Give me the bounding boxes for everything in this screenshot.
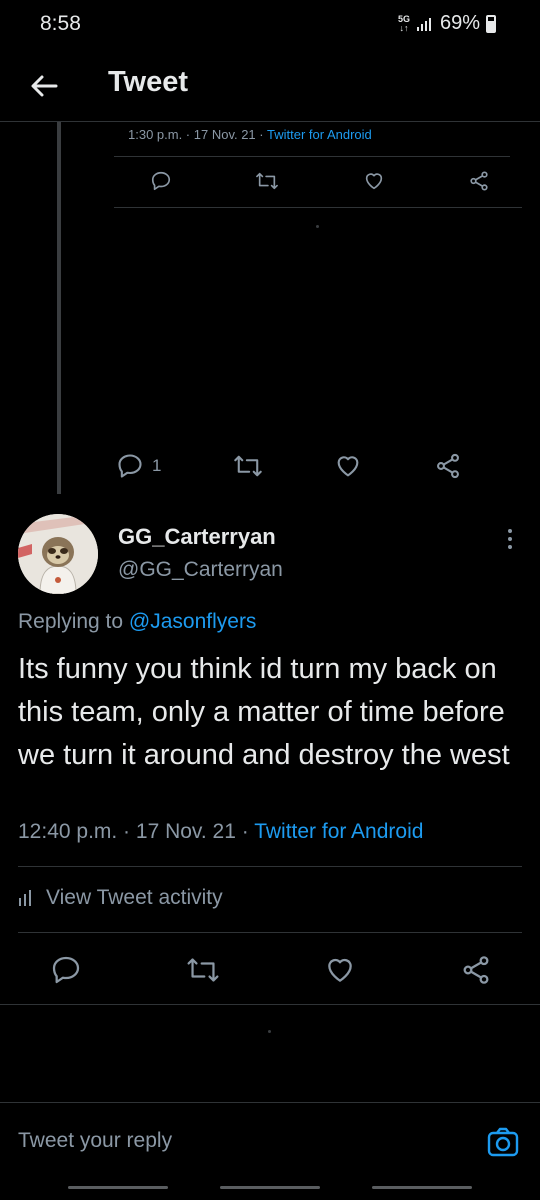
replying-to-line: Replying to @Jasonflyers (18, 610, 256, 634)
quoted-tweet-meta: 1:30 p.m. · 17 Nov. 21 · Twitter for And… (128, 127, 372, 142)
retweet-button[interactable] (186, 954, 220, 986)
retweet-icon (234, 455, 262, 477)
quoted-reply-button[interactable] (150, 170, 172, 192)
quoted-tweet-time: 1:30 p.m. · 17 Nov. 21 · (128, 127, 267, 142)
nav-hint-left (68, 1186, 168, 1189)
nav-hint-right (372, 1186, 472, 1189)
divider (0, 1004, 540, 1005)
reply-composer: Tweet your reply (0, 1102, 540, 1180)
replying-to-label: Replying to (18, 610, 129, 633)
loading-dot (268, 1030, 271, 1033)
loading-dot (316, 225, 319, 228)
share-icon (470, 171, 488, 191)
reply-icon (151, 171, 171, 191)
parent-tweet-actions: 1 (116, 452, 462, 480)
divider (18, 866, 522, 867)
back-arrow-icon (31, 75, 58, 97)
share-button[interactable] (460, 954, 492, 986)
parent-retweet-button[interactable] (233, 452, 263, 480)
camera-button[interactable] (486, 1125, 520, 1159)
status-indicators: 5G ↓↑ 69% (398, 12, 496, 35)
view-tweet-activity-label: View Tweet activity (46, 886, 223, 909)
camera-icon (487, 1127, 519, 1157)
author-display-name[interactable]: GG_Carterryan (118, 524, 276, 550)
author-handle[interactable]: @GG_Carterryan (118, 558, 283, 582)
reply-input[interactable]: Tweet your reply (18, 1129, 172, 1153)
parent-share-button[interactable] (434, 452, 462, 480)
quoted-share-button[interactable] (468, 170, 490, 192)
avatar[interactable] (18, 514, 98, 594)
tweet-timestamp: 12:40 p.m. · 17 Nov. 21 · (18, 820, 255, 843)
tweet-meta: 12:40 p.m. · 17 Nov. 21 · Twitter for An… (18, 820, 423, 844)
reply-count: 1 (152, 456, 162, 475)
divider (114, 156, 510, 157)
sloth-astronaut-avatar-image (18, 514, 98, 594)
reply-icon (52, 956, 80, 984)
parent-reply-button[interactable]: 1 (116, 452, 161, 480)
divider (114, 207, 522, 208)
like-icon (338, 456, 359, 477)
more-dot (508, 537, 512, 541)
quoted-tweet-actions (150, 170, 490, 192)
reply-button[interactable] (50, 954, 82, 986)
tweet-actions (50, 954, 492, 986)
divider (18, 932, 522, 933)
more-dot (508, 529, 512, 533)
like-icon (365, 173, 382, 190)
back-button[interactable] (22, 64, 66, 108)
more-dot (508, 545, 512, 549)
parent-like-button[interactable] (334, 452, 362, 480)
status-time: 8:58 (40, 12, 81, 35)
page-title: Tweet (108, 66, 189, 98)
quoted-retweet-button[interactable] (255, 170, 279, 192)
like-button[interactable] (324, 954, 356, 986)
share-icon (437, 453, 459, 479)
tweet-source-link[interactable]: Twitter for Android (254, 820, 423, 843)
bar-chart-icon (19, 890, 31, 906)
network-badge: 5G ↓↑ (398, 14, 410, 33)
retweet-icon (256, 172, 279, 190)
like-icon (328, 958, 352, 982)
tweet-text: Its funny you think id turn my back on t… (18, 653, 510, 771)
quoted-like-button[interactable] (363, 170, 385, 192)
nav-hint-home[interactable] (220, 1186, 320, 1189)
share-icon (463, 956, 489, 984)
signal-icon (416, 17, 431, 31)
more-options-button[interactable] (498, 524, 522, 554)
reply-icon (118, 454, 142, 478)
thread-connector-line (57, 122, 61, 494)
view-tweet-activity-button[interactable]: View Tweet activity (18, 886, 223, 910)
status-bar: 8:58 5G ↓↑ 69% (0, 0, 540, 52)
battery-icon (486, 14, 496, 33)
replying-to-mention[interactable]: @Jasonflyers (129, 610, 257, 633)
retweet-icon (187, 958, 219, 982)
top-app-bar: Tweet (0, 52, 540, 122)
quoted-tweet-source-link[interactable]: Twitter for Android (267, 127, 372, 142)
battery-percent: 69% (439, 12, 480, 34)
network-activity: ↓↑ (399, 22, 409, 33)
